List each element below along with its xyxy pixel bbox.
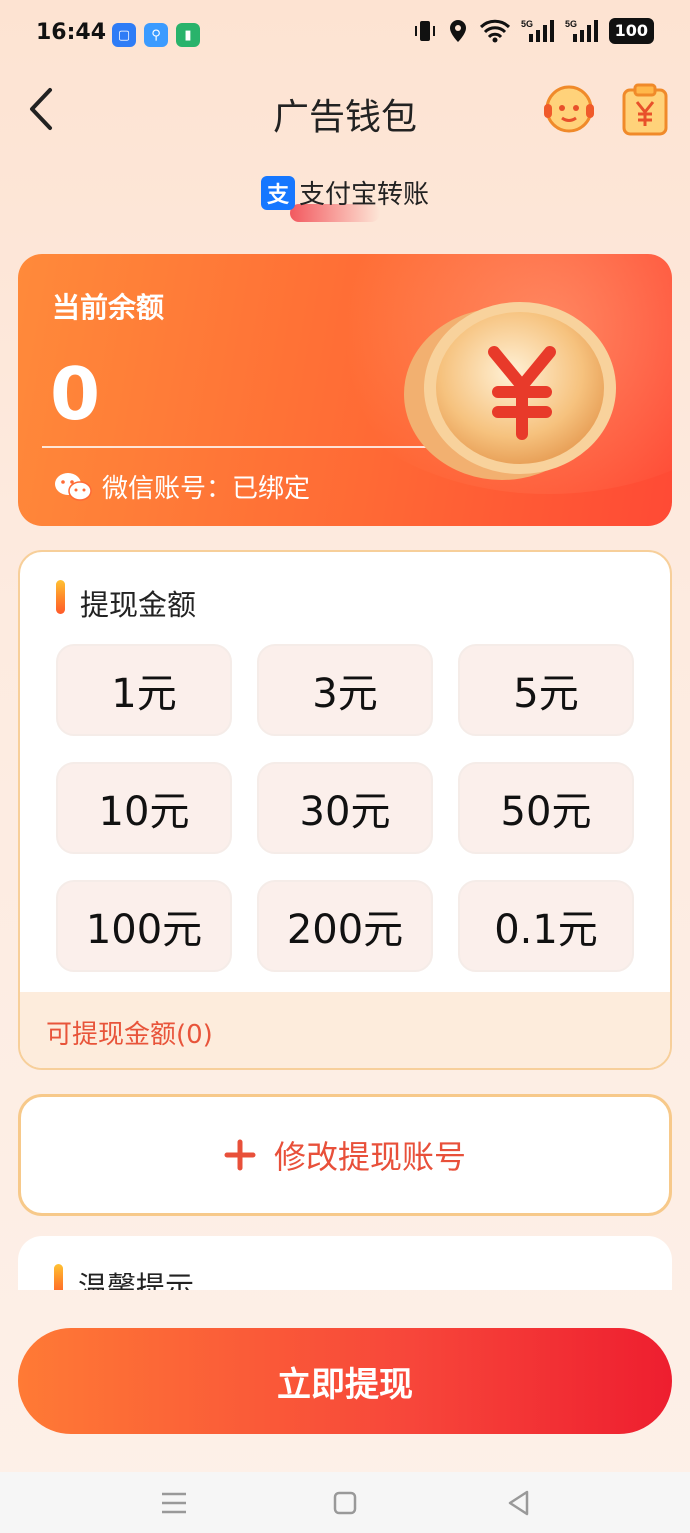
customer-service-icon	[544, 85, 594, 133]
balance-divider	[42, 446, 430, 448]
available-amount: 可提现金额(0)	[46, 1020, 213, 1050]
amount-options-grid: 1元 3元 5元 10元 30元 50元 100元 200元 0.1元	[56, 644, 636, 972]
bill-yuan-icon	[622, 83, 668, 136]
withdraw-label: 立即提现	[277, 1364, 413, 1405]
wifi-icon	[479, 19, 511, 43]
status-bar: 16:44 ▢ ⚲ ▮ 5G 5G 100	[0, 0, 690, 70]
location-icon	[447, 18, 469, 44]
section-marker	[56, 580, 65, 614]
amount-option-5[interactable]: 5元	[458, 644, 634, 736]
balance-label: 当前余额	[52, 291, 165, 324]
status-time: 16:44	[36, 20, 107, 45]
amount-option-30[interactable]: 30元	[257, 762, 433, 854]
plus-icon	[224, 1139, 256, 1171]
amount-option-0-1[interactable]: 0.1元	[458, 880, 634, 972]
balance-value: 0	[50, 352, 101, 436]
balance-card: 当前余额 0 微信账号：已绑定	[18, 254, 672, 526]
signal-icon-2: 5G	[565, 18, 599, 44]
home-icon[interactable]	[328, 1486, 362, 1520]
signal-icon: 5G	[521, 18, 555, 44]
amount-option-200[interactable]: 200元	[257, 880, 433, 972]
amount-option-100[interactable]: 100元	[56, 880, 232, 972]
withdraw-amount-card: 提现金额 1元 3元 5元 10元 30元 50元 100元 200元 0.1元…	[18, 550, 672, 1070]
search-app-icon: ⚲	[144, 23, 168, 47]
payment-method-label: 支付宝转账	[298, 180, 429, 210]
amount-option-1[interactable]: 1元	[56, 644, 232, 736]
wechat-icon	[55, 472, 92, 501]
bill-button[interactable]	[620, 82, 670, 136]
wechat-status: 微信账号：已绑定	[102, 474, 311, 504]
tips-title: 温馨提示	[78, 1270, 195, 1290]
system-nav-bar	[0, 1472, 690, 1533]
available-amount-footer: 可提现金额(0)	[20, 992, 670, 1068]
battery-indicator: 100	[608, 18, 654, 44]
back-triangle-icon[interactable]	[502, 1486, 536, 1520]
menu-icon[interactable]	[157, 1486, 191, 1520]
svg-text:5G: 5G	[565, 19, 577, 29]
amount-section-title: 提现金额	[80, 588, 197, 622]
alipay-icon: 支	[260, 175, 295, 210]
notification-icons: ▢ ⚲ ▮	[112, 23, 200, 47]
battery-app-icon: ▮	[176, 23, 200, 47]
modify-account-label: 修改提现账号	[273, 1138, 466, 1176]
section-marker	[54, 1264, 63, 1290]
modify-account-button[interactable]: 修改提现账号	[18, 1094, 672, 1216]
tips-card: 温馨提示	[18, 1236, 672, 1290]
status-indicators: 5G 5G 100	[413, 18, 654, 44]
payment-method-tab[interactable]: 支 支付宝转账	[0, 174, 690, 211]
withdraw-button[interactable]: 立即提现	[18, 1328, 672, 1434]
yuan-coin-icon	[404, 302, 616, 480]
svg-text:5G: 5G	[521, 19, 533, 29]
amount-option-50[interactable]: 50元	[458, 762, 634, 854]
app-notification-icon: ▢	[112, 23, 136, 47]
wechat-binding-row: 微信账号：已绑定	[54, 468, 310, 505]
customer-service-button[interactable]	[542, 82, 596, 136]
vibrate-icon	[413, 18, 437, 44]
amount-option-10[interactable]: 10元	[56, 762, 232, 854]
header: 广告钱包	[0, 70, 690, 150]
amount-option-3[interactable]: 3元	[257, 644, 433, 736]
